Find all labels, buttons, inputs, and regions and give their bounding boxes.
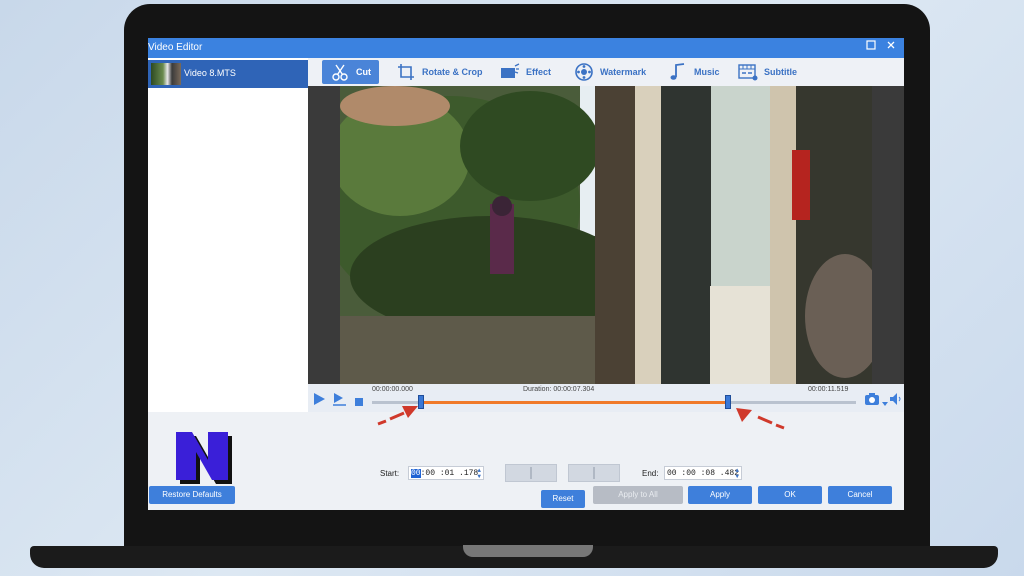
- end-label: End:: [642, 469, 659, 478]
- close-icon: [887, 41, 895, 49]
- volume-button[interactable]: [889, 392, 901, 411]
- watermark-icon: [575, 63, 593, 81]
- editor-toolbar: Cut Rotate & Crop Effect Watermark Music…: [308, 58, 904, 86]
- title-bar: Video Editor: [148, 38, 904, 58]
- stop-icon: [355, 398, 363, 406]
- video-preview-area: [308, 86, 904, 384]
- play-icon: [314, 393, 325, 405]
- end-spinner[interactable]: ▲ ▼: [735, 468, 739, 480]
- video-scene: [340, 86, 872, 384]
- music-note-icon: [670, 63, 685, 80]
- reset-button[interactable]: Reset: [541, 490, 585, 508]
- tab-rotate-crop[interactable]: Rotate & Crop: [396, 60, 483, 84]
- apply-to-all-button[interactable]: Apply to All: [593, 486, 683, 504]
- crop-icon: [398, 64, 414, 80]
- video-thumbnail: [151, 63, 181, 85]
- duration-label: Duration: 00:00:07.304: [523, 386, 595, 393]
- play-button[interactable]: [312, 392, 326, 411]
- tab-watermark-label: Watermark: [600, 67, 647, 77]
- play-selection-button[interactable]: [332, 392, 348, 411]
- selected-range: [420, 401, 729, 404]
- end-handle[interactable]: [725, 395, 732, 409]
- split-icon: [530, 467, 532, 479]
- video-frame[interactable]: [340, 86, 872, 384]
- ok-button[interactable]: OK: [758, 486, 822, 504]
- split-icon: [593, 467, 595, 479]
- camera-icon: [865, 393, 879, 405]
- start-time-rest: :00 :01 .178: [420, 469, 479, 478]
- apply-button[interactable]: Apply: [688, 486, 752, 504]
- window-title: Video Editor: [148, 42, 203, 53]
- split-button-2[interactable]: [568, 464, 620, 482]
- tab-cut[interactable]: Cut: [322, 60, 379, 84]
- start-time-input[interactable]: 00:00 :01 .178 ▲ ▼: [408, 466, 484, 480]
- play-segment-icon: [333, 393, 346, 406]
- end-time-label: 00:00:11.519: [808, 386, 849, 393]
- channel-logo: [176, 432, 232, 484]
- restore-defaults-button[interactable]: Restore Defaults: [149, 486, 235, 504]
- start-hours-selected: 00: [411, 469, 421, 478]
- tab-music-label: Music: [694, 67, 720, 77]
- tab-effect[interactable]: Effect: [500, 60, 551, 84]
- cancel-button[interactable]: Cancel: [828, 486, 892, 504]
- snapshot-dropdown[interactable]: [882, 394, 888, 412]
- snapshot-button[interactable]: [864, 392, 880, 411]
- split-button-1[interactable]: [505, 464, 557, 482]
- subtitle-icon: [738, 64, 758, 81]
- file-name: Video 8.MTS: [184, 68, 236, 78]
- tab-cut-label: Cut: [356, 67, 371, 77]
- tab-subtitle-label: Subtitle: [764, 67, 797, 77]
- scissors-icon: [332, 64, 348, 81]
- start-time-label: 00:00:00.000: [372, 386, 413, 393]
- effect-icon: [501, 63, 520, 78]
- file-item-video[interactable]: Video 8.MTS: [148, 60, 308, 88]
- video-editor-window: Video Editor Video 8.MTS Cut Rotate & Cr…: [148, 38, 904, 510]
- start-label: Start:: [380, 469, 400, 478]
- tab-effect-label: Effect: [526, 67, 552, 77]
- end-time-input[interactable]: 00 :00 :08 .482 ▲ ▼: [664, 466, 742, 480]
- end-time-value: 00 :00 :08 .482: [667, 469, 740, 478]
- chevron-down-icon: [882, 402, 888, 406]
- tab-subtitle[interactable]: Subtitle: [738, 60, 797, 84]
- close-button[interactable]: [884, 40, 898, 54]
- square-icon: [866, 40, 876, 50]
- arrow-pointing-start-handle: [377, 406, 418, 426]
- tab-rotate-crop-label: Rotate & Crop: [422, 67, 483, 77]
- maximize-button[interactable]: [864, 40, 878, 54]
- tab-watermark[interactable]: Watermark: [574, 60, 646, 84]
- laptop-notch: [463, 545, 593, 557]
- start-spinner[interactable]: ▲ ▼: [477, 468, 481, 480]
- arrow-pointing-end-handle: [736, 408, 785, 430]
- stop-button[interactable]: [354, 394, 364, 412]
- tab-music[interactable]: Music: [668, 60, 720, 84]
- speaker-icon: [890, 393, 901, 405]
